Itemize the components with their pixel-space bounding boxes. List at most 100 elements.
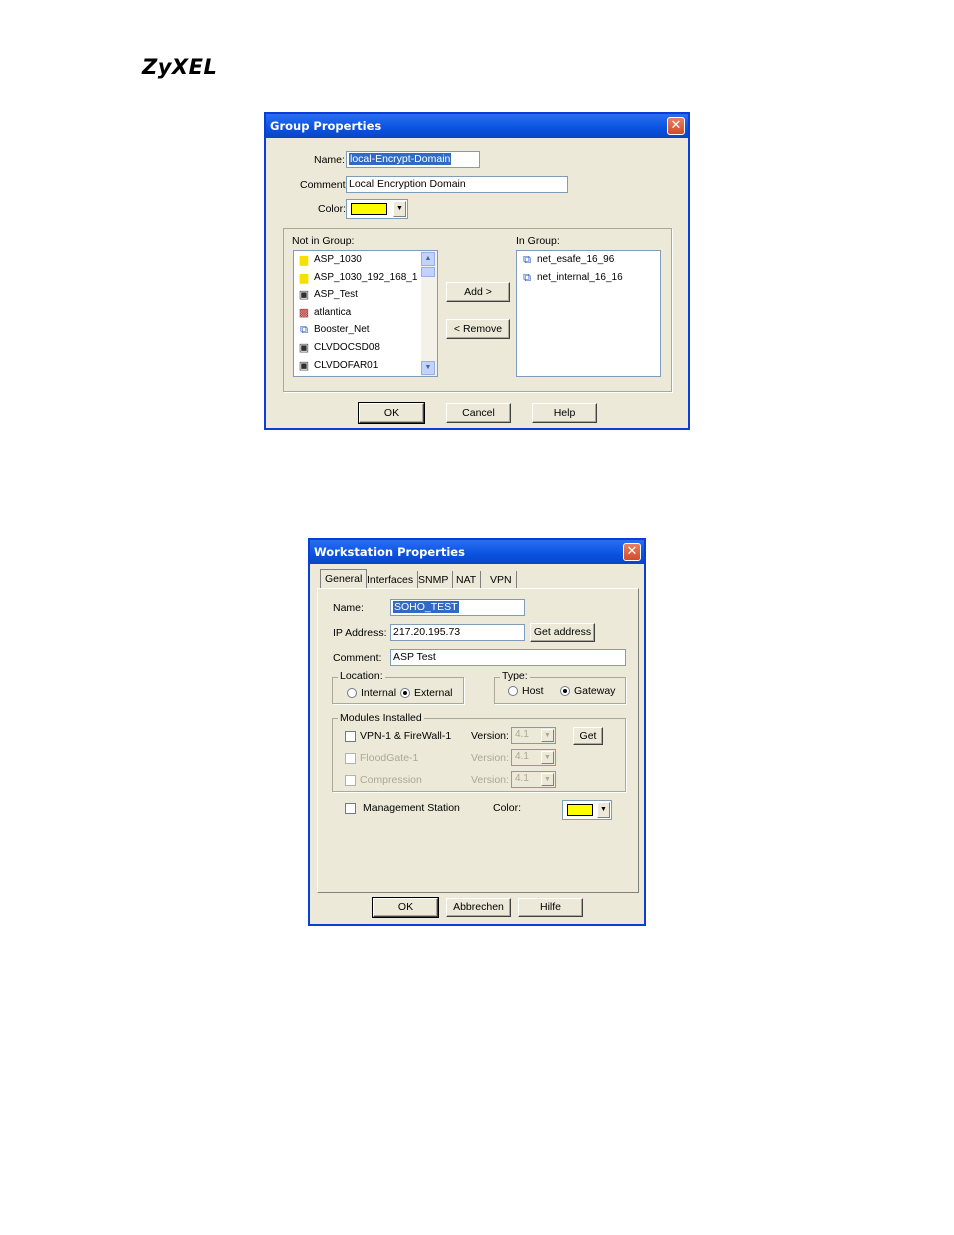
abbrechen-button[interactable]: Abbrechen [446, 898, 511, 917]
ws-color-label: Color: [493, 802, 522, 814]
get-version-button[interactable]: Get [573, 727, 603, 745]
management-station-checkbox[interactable] [345, 803, 356, 814]
ws-name-label: Name: [333, 602, 364, 614]
list-item[interactable]: ⧉ net_internal_16_16 [517, 270, 660, 288]
add-button[interactable]: Add > [446, 282, 510, 302]
list-item[interactable]: ▣ ASP_Test [294, 287, 420, 305]
color-swatch [351, 203, 387, 215]
tab-vpn[interactable]: VPN [486, 571, 517, 589]
ok-button-label: OK [383, 407, 400, 419]
list-item[interactable]: ▣ CLVDOCSD08 [294, 340, 420, 358]
group-comment-field[interactable]: Local Encryption Domain [346, 176, 568, 193]
type-gateway-label[interactable]: Gateway [574, 685, 615, 697]
tab-interfaces[interactable]: Interfaces [363, 571, 419, 589]
group-color-select[interactable]: ▼ [346, 199, 408, 219]
scroll-down-icon[interactable]: ▼ [421, 361, 435, 375]
list-item[interactable]: ▆ ASP_1030 [294, 252, 420, 270]
hilfe-button[interactable]: Hilfe [518, 898, 583, 917]
group-dialog-title: Group Properties [270, 119, 382, 133]
vpn-version-select[interactable]: 4.1 ▼ [511, 727, 556, 744]
vpn-version-value: 4.1 [515, 729, 529, 740]
location-internal-radio[interactable] [347, 688, 357, 698]
floodgate-checkbox[interactable] [345, 753, 356, 764]
close-icon[interactable]: ✕ [623, 543, 641, 561]
ws-name-field[interactable]: SOHO_TEST [390, 599, 525, 616]
group-name-value: local-Encrypt-Domain [349, 153, 452, 165]
compression-version-label: Version: [471, 774, 509, 786]
tab-nat[interactable]: NAT [452, 571, 482, 589]
list-item-label: ASP_1030 [314, 254, 362, 265]
group-properties-dialog: Group Properties ✕ Name: local-Encrypt-D… [264, 112, 690, 430]
ok-button[interactable]: OK [372, 897, 439, 918]
ok-button[interactable]: OK [358, 402, 425, 424]
management-station-label[interactable]: Management Station [363, 802, 460, 814]
chevron-down-icon: ▼ [541, 773, 554, 786]
floodgate-version-select: 4.1 ▼ [511, 749, 556, 766]
not-in-group-list[interactable]: ▆ ASP_1030 ▆ ASP_1030_192_168_1 ▣ ASP_Test ▩ at… [293, 250, 438, 377]
list-item[interactable]: ▆ ASP_1030_192_168_1 [294, 270, 420, 288]
list-item-label: ASP_Test [314, 289, 358, 301]
scrollbar[interactable]: ▲ ▼ [421, 251, 437, 376]
type-host-label[interactable]: Host [522, 685, 544, 697]
tab-general[interactable]: General [320, 569, 368, 589]
type-title: Type: [500, 670, 530, 682]
in-group-list[interactable]: ⧉ net_esafe_16_96 ⧉ net_internal_16_16 [516, 250, 661, 377]
brand-logo: ZyXEL [142, 55, 218, 79]
group-dialog-titlebar[interactable]: Group Properties ✕ [266, 114, 688, 138]
get-version-label: Get [579, 730, 597, 742]
yellow-network-icon: ▆ [299, 254, 309, 266]
tab-snmp[interactable]: SNMP [414, 571, 454, 589]
location-internal-label[interactable]: Internal [361, 687, 396, 699]
chevron-down-icon[interactable]: ▼ [541, 729, 554, 742]
get-address-button[interactable]: Get address [530, 623, 595, 642]
scroll-thumb[interactable] [421, 267, 435, 277]
ws-name-value: SOHO_TEST [393, 601, 459, 613]
location-external-label[interactable]: External [414, 687, 453, 699]
workstation-dialog-title: Workstation Properties [314, 545, 465, 559]
workstation-icon: ▣ [298, 289, 310, 302]
add-button-label: Add > [464, 286, 492, 298]
in-group-label: In Group: [516, 235, 560, 247]
network-icon: ⧉ [523, 271, 531, 284]
vpn-firewall-label[interactable]: VPN-1 & FireWall-1 [360, 730, 451, 742]
chevron-down-icon[interactable]: ▼ [393, 201, 406, 217]
list-item-label: Booster_Net [314, 324, 370, 336]
compression-checkbox[interactable] [345, 775, 356, 786]
list-item[interactable]: ⧉ net_esafe_16_96 [517, 252, 660, 270]
list-item[interactable]: ⧉ Booster_Net [294, 322, 420, 340]
list-item-label: CLVDOFAR01 [314, 359, 379, 371]
type-gateway-radio[interactable] [560, 686, 570, 696]
group-name-label: Name: [314, 154, 345, 166]
help-button[interactable]: Help [532, 403, 597, 423]
compression-label: Compression [360, 774, 422, 786]
network-icon: ⧉ [300, 324, 308, 337]
ws-comment-field[interactable]: ASP Test [390, 649, 626, 666]
ip-address-label: IP Address: [333, 627, 387, 639]
location-external-radio[interactable] [400, 688, 410, 698]
vpn-firewall-checkbox[interactable] [345, 731, 356, 742]
remove-button[interactable]: < Remove [446, 319, 510, 339]
close-icon[interactable]: ✕ [667, 117, 685, 135]
location-title: Location: [338, 670, 385, 682]
scroll-up-icon[interactable]: ▲ [421, 252, 435, 266]
list-item[interactable]: ▣ CLVDOFAR01 [294, 358, 420, 376]
list-item-label: CLVDOCSD08 [314, 341, 380, 353]
ok-button-label: OK [397, 901, 414, 913]
tab-strip: General Interfaces SNMP NAT VPN [320, 569, 636, 589]
ws-color-select[interactable]: ▼ [562, 800, 612, 820]
workstation-icon: ▣ [298, 341, 310, 354]
workstation-dialog-titlebar[interactable]: Workstation Properties ✕ [310, 540, 644, 564]
group-comment-label: Comment: [300, 179, 349, 191]
list-item[interactable]: ▩ atlantica [294, 305, 420, 323]
ip-address-field[interactable]: 217.20.195.73 [390, 624, 525, 641]
hilfe-button-label: Hilfe [539, 901, 561, 913]
floodgate-version-value: 4.1 [515, 751, 529, 762]
ws-comment-label: Comment: [333, 652, 382, 664]
chevron-down-icon[interactable]: ▼ [597, 802, 610, 818]
list-item-label: ASP_1030_192_168_1 [314, 271, 418, 283]
cancel-button[interactable]: Cancel [446, 403, 511, 423]
group-color-label: Color: [318, 203, 347, 215]
not-in-group-label: Not in Group: [292, 235, 355, 247]
group-name-field[interactable]: local-Encrypt-Domain [346, 151, 480, 168]
type-host-radio[interactable] [508, 686, 518, 696]
